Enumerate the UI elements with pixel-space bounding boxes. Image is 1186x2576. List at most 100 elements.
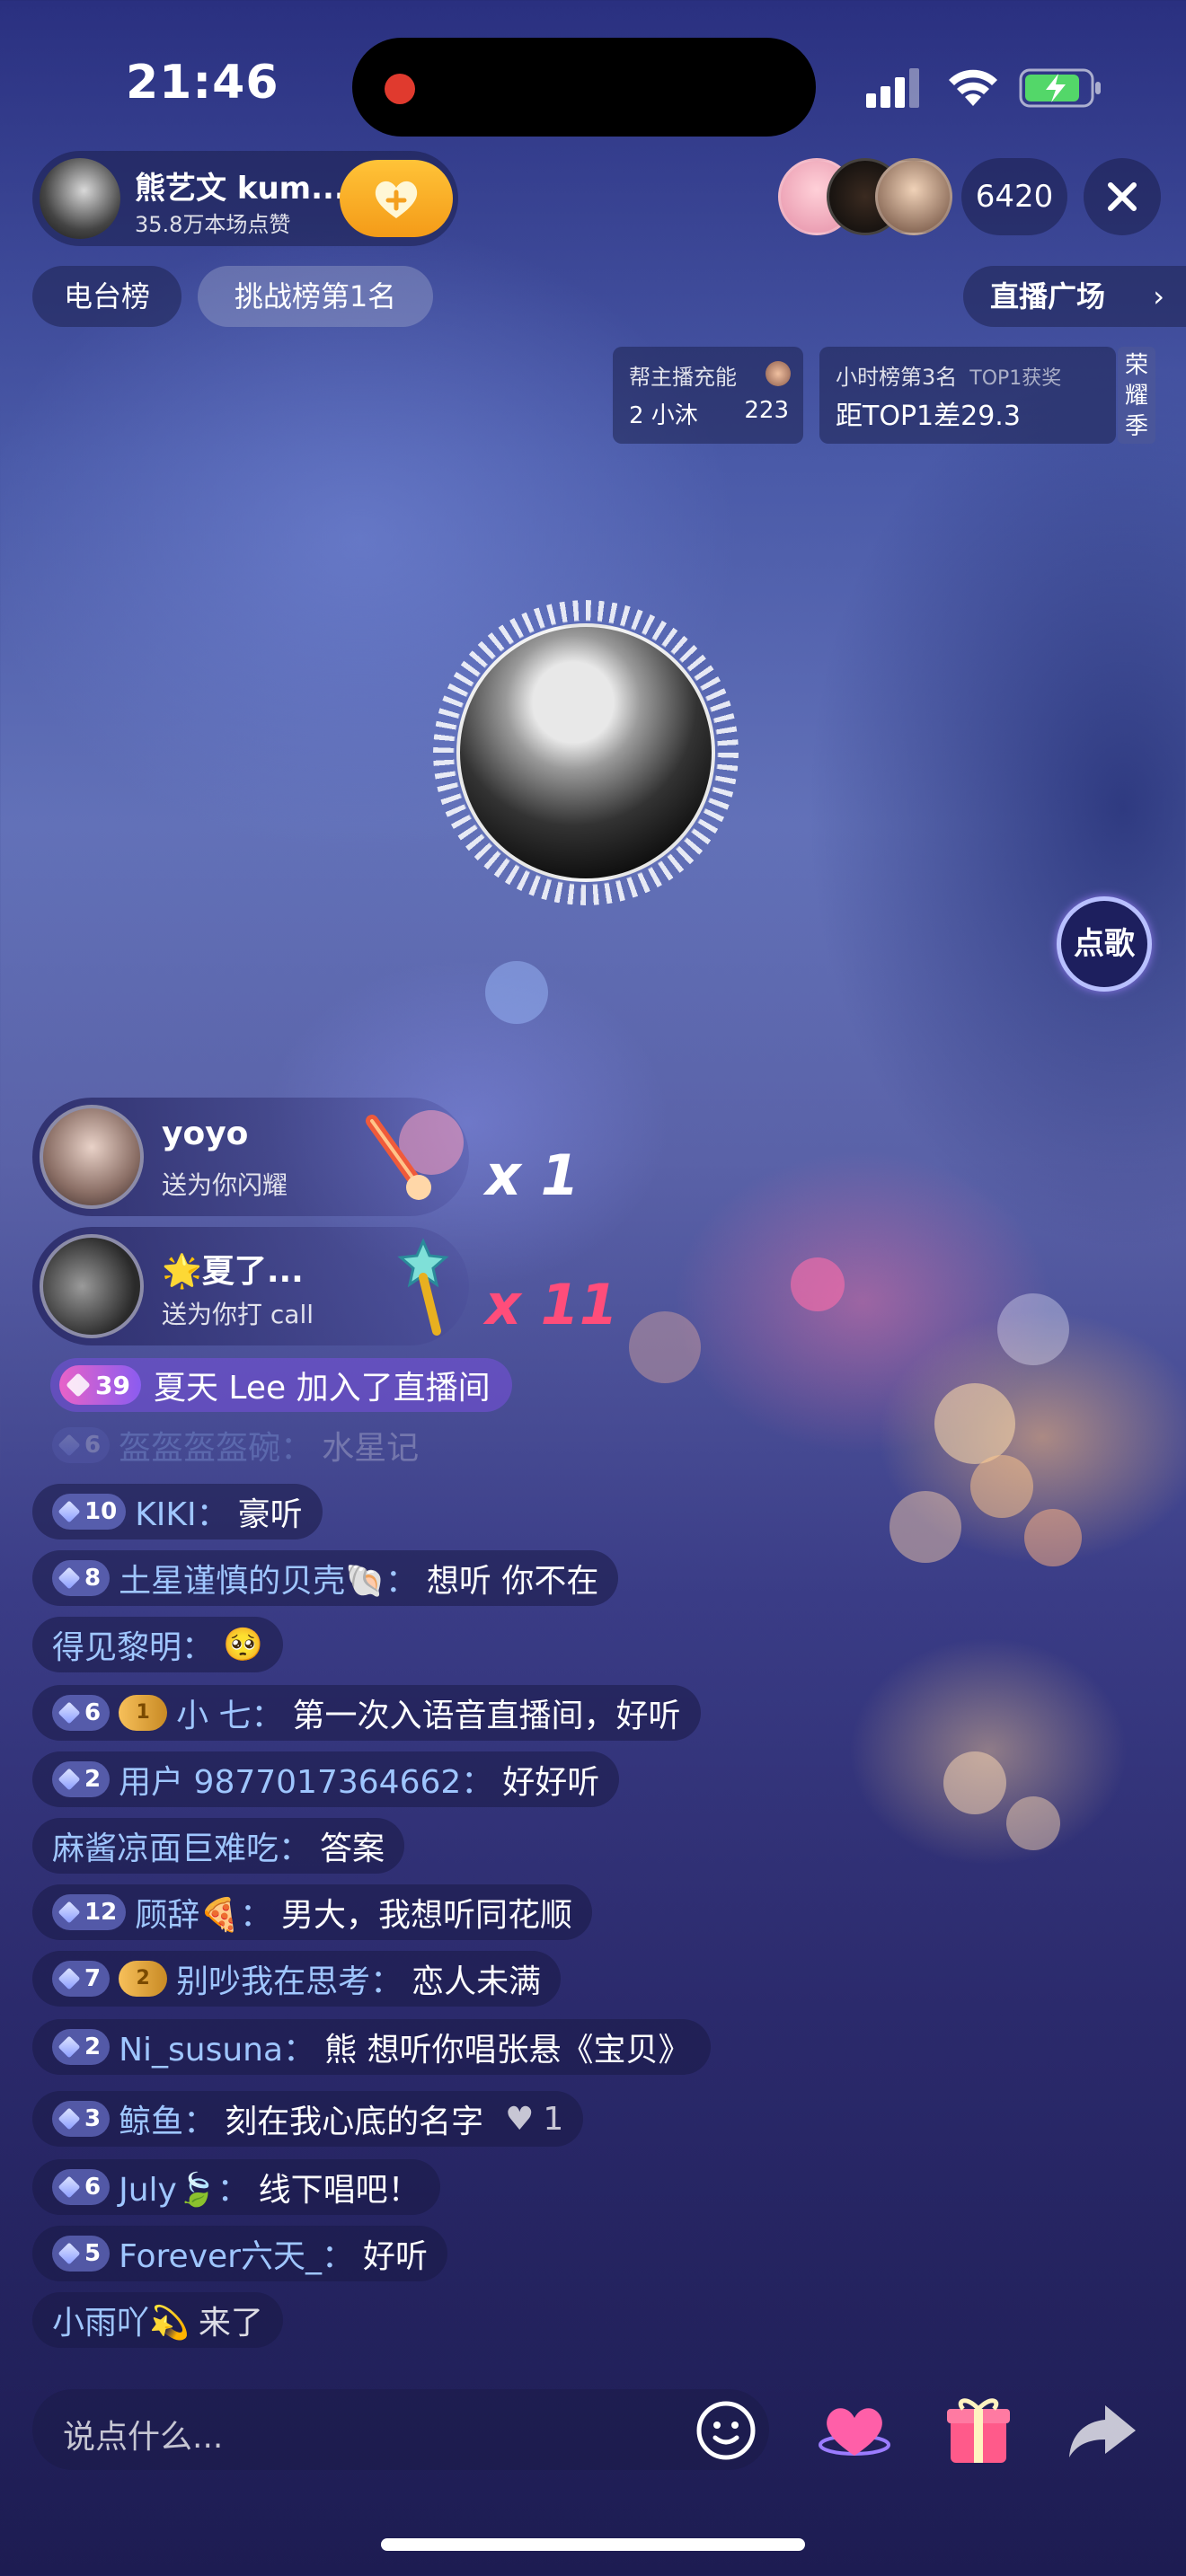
recording-dot <box>385 74 415 104</box>
gift-sender-avatar[interactable] <box>40 1234 144 1338</box>
chat-username[interactable]: 盔盔盔盔碗： <box>119 1422 313 1469</box>
share-icon[interactable] <box>1062 2389 1143 2470</box>
chat-text: 水星记 <box>322 1430 420 1467</box>
diamond-icon <box>58 1500 81 1523</box>
chat-text: 🥺 <box>223 1627 263 1663</box>
gift-multiplier: x 1 <box>485 1142 580 1208</box>
chat-message[interactable]: 3 鲸鱼： 刻在我心底的名字 ♥ 1 <box>32 2091 584 2147</box>
chat-text: 来了 <box>198 2305 263 2342</box>
song-request-button[interactable]: 点歌 <box>1057 896 1152 992</box>
chat-username[interactable]: KIKI： <box>135 1488 228 1535</box>
wifi-icon <box>949 69 997 106</box>
chat-username[interactable]: 麻酱凉面巨难吃： <box>52 1822 311 1869</box>
chat-username[interactable]: 土星谨慎的贝壳🐚： <box>119 1555 418 1601</box>
level-badge: 3 <box>52 2101 111 2137</box>
host-name: 熊艺文 kum... <box>135 171 346 207</box>
diamond-icon <box>58 1967 81 1990</box>
gift-description: 送为你打 call <box>162 1300 314 1329</box>
signal-icon <box>866 68 919 108</box>
level-badge: 6 <box>52 1695 111 1731</box>
charge-box[interactable]: 帮主播充能 2 小沐 223 <box>613 347 803 444</box>
chat-username[interactable]: 小 七： <box>176 1689 283 1736</box>
level-badge: 8 <box>52 1560 111 1596</box>
chat-text: 刻在我心底的名字 <box>225 2104 484 2140</box>
chat-message[interactable]: 8 土星谨慎的贝壳🐚： 想听 你不在 <box>32 1550 619 1606</box>
chat-text: 熊 想听你唱张悬《宝贝》 <box>324 2032 691 2069</box>
charge-user: 2 小沐 <box>629 402 698 429</box>
chat-username[interactable]: Ni_susuna： <box>119 2024 315 2070</box>
close-button[interactable] <box>1084 158 1161 235</box>
status-time: 21:46 <box>126 56 279 110</box>
chat-text: 男大，我想听同花顺 <box>281 1897 573 1934</box>
battery-icon <box>1019 68 1101 108</box>
join-level: 39 <box>95 1370 130 1400</box>
level-badge: 39 <box>59 1365 141 1405</box>
chat-message[interactable]: 12 顾辞🍕： 男大，我想听同花顺 <box>32 1884 593 1940</box>
top1-prize: TOP1获奖 <box>969 367 1062 390</box>
chat-message[interactable]: 10 KIKI： 豪听 <box>32 1484 323 1539</box>
chat-message[interactable]: 得见黎明： 🥺 <box>32 1617 283 1672</box>
chat-message[interactable]: 麻酱凉面巨难吃： 答案 <box>32 1818 405 1874</box>
host-center-avatar[interactable] <box>456 623 715 882</box>
level-badge: 7 <box>52 1961 111 1997</box>
chat-username[interactable]: 顾辞🍕： <box>135 1889 272 1936</box>
like-count: 1 <box>543 2100 564 2138</box>
chat-message[interactable]: 6 July🍃： 线下唱吧！ <box>32 2159 440 2215</box>
charge-user-avatar <box>766 361 791 386</box>
host-info[interactable]: 熊艺文 kum... 35.8万本场点赞 <box>32 151 458 246</box>
viewer-avatar[interactable] <box>875 158 952 235</box>
chat-message[interactable]: 7 2 别吵我在思考： 恋人未满 <box>32 1951 562 2007</box>
chat-username[interactable]: July🍃： <box>119 2164 250 2210</box>
chat-username[interactable]: 鲸鱼： <box>119 2095 216 2142</box>
gift-sender-name: yoyo <box>162 1116 249 1152</box>
chat-message[interactable]: 小雨吖💫 来了 <box>32 2292 283 2348</box>
chat-text: 线下唱吧！ <box>258 2172 420 2209</box>
hour-rank-box[interactable]: 小时榜第3名 TOP1获奖 距TOP1差29.3 <box>819 347 1116 444</box>
chat-username[interactable]: 用户 9877017364662： <box>119 1756 493 1803</box>
chat-message[interactable]: 2 Ni_susuna： 熊 想听你唱张悬《宝贝》 <box>32 2019 711 2075</box>
chat-message[interactable]: 5 Forever六天_： 好听 <box>32 2226 447 2281</box>
radio-rank-chip[interactable]: 电台榜 <box>32 266 181 327</box>
close-icon <box>1108 182 1137 211</box>
follow-button[interactable] <box>340 160 453 237</box>
chat-username[interactable]: 别吵我在思考： <box>176 1955 403 2002</box>
chat-username[interactable]: Forever六天_： <box>119 2230 354 2277</box>
viewer-avatars[interactable] <box>778 158 954 235</box>
chat-text: 恋人未满 <box>412 1963 542 2000</box>
chat-message[interactable]: 6 盔盔盔盔碗： 水星记 <box>32 1417 438 1473</box>
chevron-right-icon: › <box>1153 279 1164 313</box>
chat-username[interactable]: 得见黎明： <box>52 1621 214 1668</box>
chat-message[interactable]: 6 1 小 七： 第一次入语音直播间，好听 <box>32 1685 701 1741</box>
chat-input[interactable]: 说点什么... <box>32 2389 769 2470</box>
gift-banner[interactable]: yoyo 送为你闪耀 <box>32 1098 469 1216</box>
diamond-icon <box>66 1372 91 1398</box>
fan-badge: 1 <box>119 1695 168 1731</box>
chat-username[interactable]: 小雨吖💫 <box>52 2297 190 2343</box>
chat-text: 答案 <box>320 1831 385 1867</box>
gift-sender-name: 🌟夏了... <box>162 1253 304 1290</box>
viewer-count[interactable]: 6420 <box>961 158 1067 235</box>
smile-icon[interactable] <box>694 2398 758 2463</box>
level-badge: 6 <box>52 1427 111 1463</box>
heart-icon[interactable] <box>814 2389 895 2470</box>
level-badge: 12 <box>52 1894 127 1930</box>
join-message: 39 夏天 Lee 加入了直播间 <box>50 1358 512 1412</box>
live-plaza-button[interactable]: 直播广场 › <box>963 266 1186 327</box>
gap-to-top1: 距TOP1差29.3 <box>836 401 1021 432</box>
chat-input-placeholder: 说点什么... <box>63 2419 224 2456</box>
gift-sender-avatar[interactable] <box>40 1105 144 1209</box>
challenge-rank-chip[interactable]: 挑战榜第1名 <box>198 266 433 327</box>
live-plaza-label: 直播广场 <box>990 279 1106 313</box>
gift-banner[interactable]: 🌟夏了... 送为你打 call <box>32 1227 469 1345</box>
gift-icon[interactable] <box>938 2389 1019 2470</box>
diamond-icon <box>58 1566 81 1590</box>
dynamic-island <box>352 38 816 137</box>
home-indicator <box>381 2538 805 2551</box>
chat-message[interactable]: 2 用户 9877017364662： 好好听 <box>32 1751 620 1807</box>
heart-icon[interactable]: ♥ <box>505 2101 534 2138</box>
host-likes: 35.8万本场点赞 <box>135 212 291 237</box>
honor-season-tag[interactable]: 荣耀季 <box>1118 347 1155 444</box>
heart-plus-icon <box>375 181 418 218</box>
hour-rank: 小时榜第3名 <box>836 365 958 390</box>
host-avatar[interactable] <box>40 158 120 239</box>
